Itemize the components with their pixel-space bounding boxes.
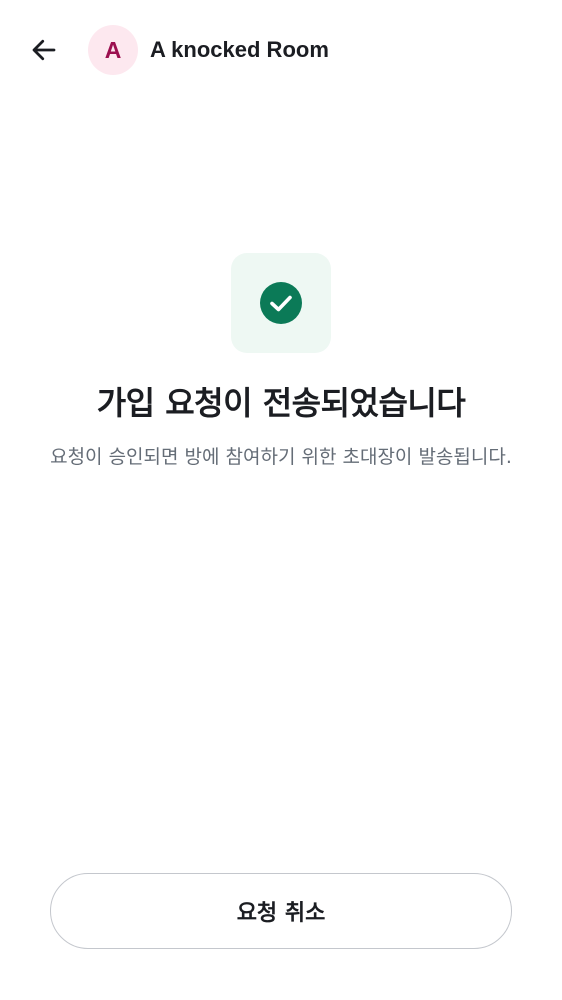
avatar-letter: A — [104, 36, 122, 63]
back-button[interactable] — [24, 30, 64, 70]
room-name: A knocked Room — [150, 37, 329, 62]
avatar: A — [88, 25, 138, 75]
status-icon-box — [231, 253, 331, 353]
knock-sent-screen: A A knocked Room 가입 요청이 전송되었습니다 요청이 승인되면… — [0, 0, 562, 1000]
arrow-left-icon — [32, 39, 56, 61]
header: A A knocked Room — [0, 0, 562, 100]
cancel-request-button[interactable]: 요청 취소 — [50, 873, 512, 949]
check-circle-icon — [260, 282, 302, 324]
description-text: 요청이 승인되면 방에 참여하기 위한 초대장이 발송됩니다. — [50, 446, 512, 468]
page-title: 가입 요청이 전송되었습니다 — [96, 384, 466, 422]
